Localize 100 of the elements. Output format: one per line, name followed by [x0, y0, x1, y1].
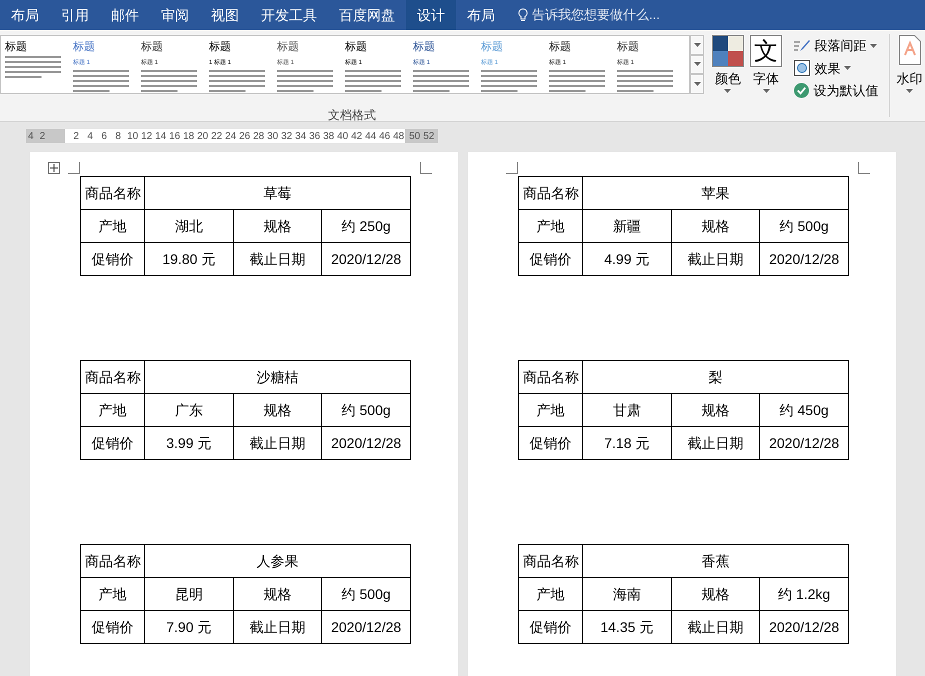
origin-cell: 新疆	[582, 210, 672, 242]
ruler-number: 16	[169, 130, 180, 144]
ruler-number: 28	[253, 130, 264, 144]
price-cell: 14.35 元	[582, 610, 672, 644]
ribbon-tab[interactable]: 视图	[200, 0, 250, 30]
ribbon-tab[interactable]: 布局	[456, 0, 506, 30]
caret-icon	[870, 44, 878, 48]
spec-cell: 约 1.2kg	[760, 578, 848, 610]
corner-mark-icon	[68, 162, 80, 174]
date-cell: 2020/12/28	[322, 610, 410, 644]
ruler-number: 26	[239, 130, 250, 144]
body-text-lines-drawing	[413, 70, 469, 92]
date-cell: 2020/12/28	[760, 426, 848, 460]
label-cell: 截止日期	[671, 242, 760, 276]
product-name-cell: 香蕉	[582, 544, 848, 578]
ruler-number: 22	[211, 130, 222, 144]
label-cell: 商品名称	[80, 176, 144, 210]
gallery-down-button[interactable]	[690, 54, 704, 74]
label-cell: 促销价	[518, 426, 582, 460]
heading-text: 标题	[209, 40, 232, 54]
ribbon-tab[interactable]: 设计	[406, 0, 456, 30]
ribbon-tab[interactable]: 布局	[0, 0, 50, 30]
label-cell: 促销价	[80, 426, 144, 460]
label-cell: 促销价	[518, 242, 582, 276]
product-name-cell: 人参果	[144, 544, 410, 578]
effects-circle-icon	[794, 60, 810, 76]
ruler-number: 14	[155, 130, 166, 144]
label-cell: 产地	[518, 578, 582, 610]
gallery-up-button[interactable]	[690, 35, 704, 55]
ruler-number: 8	[114, 130, 122, 144]
corner-mark-icon	[506, 162, 518, 174]
label-cell: 规格	[671, 578, 760, 610]
origin-cell: 海南	[582, 578, 672, 610]
product-name-cell: 草莓	[144, 176, 410, 210]
fonts-button[interactable]: 文 字体	[748, 30, 784, 121]
label-cell: 产地	[518, 210, 582, 242]
colors-button[interactable]: 颜色	[708, 30, 748, 121]
label-cell: 产地	[80, 578, 144, 610]
ribbon-tab[interactable]: 百度网盘	[328, 0, 406, 30]
caret-icon	[724, 88, 732, 92]
watermark-button[interactable]: 水印	[894, 30, 925, 121]
label-cell: 促销价	[518, 610, 582, 644]
body-text-lines-drawing	[617, 70, 673, 92]
ruler-number: 2	[72, 130, 80, 144]
table-move-handle-icon[interactable]	[48, 162, 60, 174]
price-cell: 7.90 元	[144, 610, 234, 644]
ruler-number: 6	[100, 130, 108, 144]
paintbrush-icon	[794, 38, 810, 53]
checkmark-icon	[794, 83, 810, 98]
effects-button[interactable]: 效果	[794, 58, 886, 78]
price-cell: 7.18 元	[582, 426, 672, 460]
heading-text: 标题	[549, 40, 572, 54]
body-text-lines-drawing	[277, 70, 333, 92]
ribbon-tab[interactable]: 引用	[50, 0, 100, 30]
ruler-number: 4	[86, 130, 94, 144]
watermark-page-icon	[898, 35, 921, 65]
origin-cell: 广东	[144, 394, 234, 426]
corner-mark-icon	[858, 162, 870, 174]
spec-cell: 约 450g	[760, 394, 848, 426]
ruler-number: 46	[379, 130, 390, 144]
label-cell: 商品名称	[518, 360, 582, 394]
label-cell: 商品名称	[518, 544, 582, 578]
ruler-number: 42	[351, 130, 362, 144]
ruler-number: 32	[281, 130, 292, 144]
product-name-cell: 梨	[582, 360, 848, 394]
paragraph-spacing-button[interactable]: 段落间距	[794, 36, 886, 56]
tell-me-field[interactable]: 告诉我您想要做什么...	[506, 0, 732, 30]
label-cell: 产地	[80, 394, 144, 426]
caret-icon	[762, 88, 770, 92]
heading-text: 标题	[141, 40, 164, 54]
ribbon-tab[interactable]: 邮件	[100, 0, 150, 30]
heading-text: 标题	[345, 40, 368, 54]
gallery-more-button[interactable]	[690, 74, 704, 94]
tell-me-input[interactable]: 告诉我您想要做什么...	[532, 5, 732, 25]
spec-cell: 约 250g	[322, 210, 410, 242]
label-cell: 规格	[233, 394, 322, 426]
ruler-number: 20	[197, 130, 208, 144]
date-cell: 2020/12/28	[322, 242, 410, 276]
label-cell: 商品名称	[518, 176, 582, 210]
date-cell: 2020/12/28	[322, 426, 410, 460]
ribbon-tab[interactable]: 审阅	[150, 0, 200, 30]
caret-icon	[694, 42, 700, 47]
ruler-number: 4	[28, 130, 34, 144]
ruler-number: 10	[127, 130, 138, 144]
ribbon-tab[interactable]: 开发工具	[250, 0, 328, 30]
heading-text: 标题	[5, 40, 28, 54]
label-cell: 促销价	[80, 242, 144, 276]
label-cell: 产地	[518, 394, 582, 426]
heading-text: 标题	[481, 40, 504, 54]
body-text-lines-drawing	[481, 70, 537, 92]
ruler-number: 44	[365, 130, 376, 144]
ruler-number: 38	[323, 130, 334, 144]
body-text-lines-drawing	[345, 70, 401, 92]
spec-cell: 约 500g	[760, 210, 848, 242]
set-default-button[interactable]: 设为默认值	[794, 81, 886, 100]
heading-text: 标题	[617, 40, 640, 54]
label-cell: 规格	[671, 210, 760, 242]
date-cell: 2020/12/28	[760, 242, 848, 276]
ruler-number: 34	[295, 130, 306, 144]
price-cell: 19.80 元	[144, 242, 234, 276]
